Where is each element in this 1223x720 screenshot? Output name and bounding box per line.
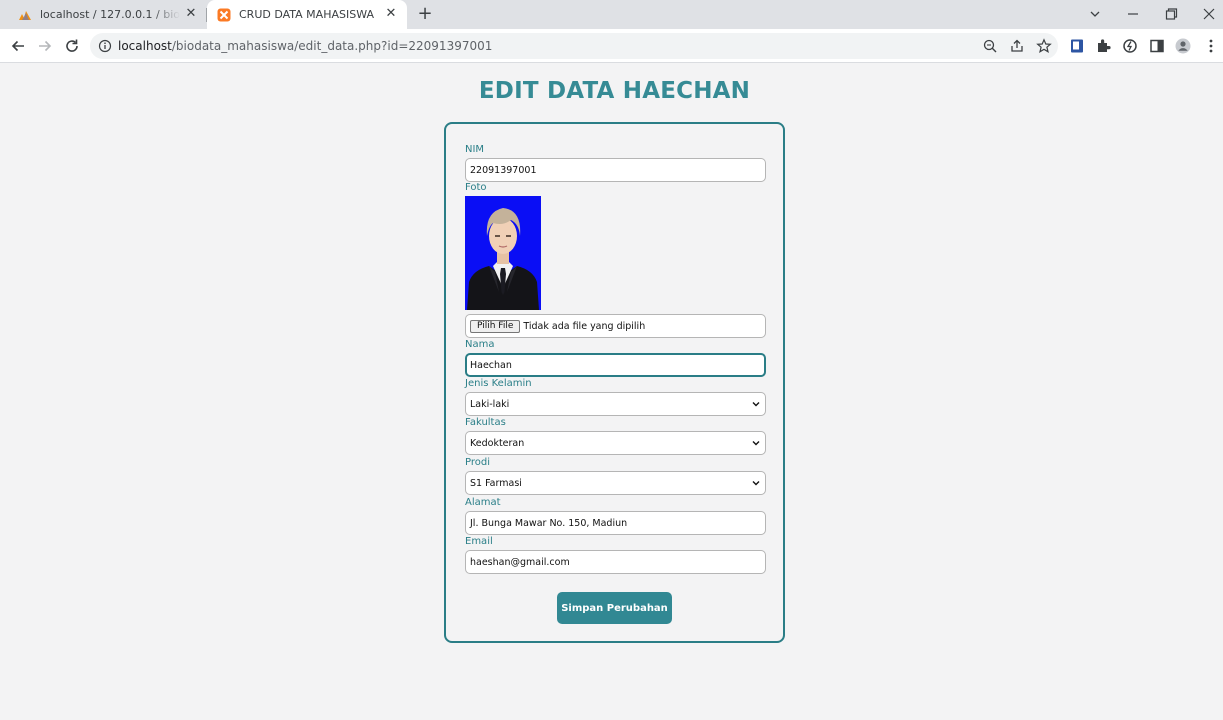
file-input[interactable]: Pilih File Tidak ada file yang dipilih bbox=[465, 314, 766, 338]
nim-label: NIM bbox=[465, 144, 485, 155]
restore-icon[interactable] bbox=[1161, 4, 1181, 24]
xampp-icon bbox=[217, 8, 231, 21]
menu-kebab-icon[interactable] bbox=[1202, 37, 1220, 55]
jenis-kelamin-label: Jenis Kelamin bbox=[465, 378, 532, 389]
alamat-input[interactable]: Jl. Bunga Mawar No. 150, Madiun bbox=[465, 511, 766, 535]
chevron-down-icon bbox=[752, 402, 760, 407]
edit-form: NIM 22091397001 Foto Pilih File Tidak ad… bbox=[444, 122, 785, 643]
bookmark-star-icon[interactable] bbox=[1036, 38, 1052, 54]
browser-tab-crud[interactable]: CRUD DATA MAHASISWA ✕ bbox=[207, 0, 407, 29]
reading-mode-icon[interactable] bbox=[1068, 37, 1086, 55]
jenis-kelamin-select[interactable]: Laki-laki bbox=[465, 392, 766, 416]
browser-toolbar: localhost/biodata_mahasiswa/edit_data.ph… bbox=[0, 29, 1223, 63]
nama-input[interactable]: Haechan bbox=[465, 353, 766, 377]
prodi-label: Prodi bbox=[465, 457, 490, 468]
back-arrow-icon[interactable] bbox=[9, 37, 27, 55]
email-value: haeshan@gmail.com bbox=[470, 556, 570, 568]
browser-tab-strip: localhost / 127.0.0.1 / biodata_mahasisw… bbox=[0, 0, 1223, 29]
email-input[interactable]: haeshan@gmail.com bbox=[465, 550, 766, 574]
share-icon[interactable] bbox=[1009, 38, 1025, 54]
url-host: localhost bbox=[118, 39, 172, 53]
foto-label: Foto bbox=[465, 182, 487, 193]
url-path: /biodata_mahasiswa/edit_data.php?id=2209… bbox=[171, 39, 493, 53]
choose-file-button[interactable]: Pilih File bbox=[470, 319, 521, 333]
address-bar[interactable]: localhost/biodata_mahasiswa/edit_data.ph… bbox=[90, 33, 1058, 59]
nama-value: Haechan bbox=[470, 359, 512, 371]
phpmyadmin-icon bbox=[19, 10, 31, 20]
page-title: EDIT DATA HAECHAN bbox=[478, 78, 751, 104]
prodi-value: S1 Farmasi bbox=[470, 477, 522, 489]
close-tab-icon[interactable]: ✕ bbox=[384, 7, 398, 21]
prodi-select[interactable]: S1 Farmasi bbox=[465, 471, 766, 495]
side-panel-icon[interactable] bbox=[1148, 37, 1166, 55]
email-label: Email bbox=[465, 536, 493, 547]
jenis-kelamin-value: Laki-laki bbox=[470, 398, 510, 410]
browser-tab-phpmyadmin[interactable]: localhost / 127.0.0.1 / biodata_mahasisw… bbox=[12, 0, 207, 29]
fakultas-label: Fakultas bbox=[465, 417, 506, 428]
forward-arrow-icon[interactable] bbox=[36, 37, 54, 55]
student-photo bbox=[465, 196, 541, 310]
performance-icon[interactable] bbox=[1121, 37, 1139, 55]
extensions-icon[interactable] bbox=[1095, 37, 1113, 55]
new-tab-icon[interactable]: + bbox=[416, 5, 434, 23]
close-tab-icon[interactable]: ✕ bbox=[184, 7, 198, 21]
fakultas-value: Kedokteran bbox=[470, 437, 525, 449]
file-status: Tidak ada file yang dipilih bbox=[523, 320, 646, 332]
minimize-icon[interactable] bbox=[1123, 4, 1143, 24]
portrait-image bbox=[465, 196, 541, 310]
tab-title: localhost / 127.0.0.1 / biodata_mahasisw… bbox=[40, 8, 180, 21]
close-window-icon[interactable] bbox=[1199, 4, 1219, 24]
chevron-down-icon bbox=[752, 441, 760, 446]
alamat-label: Alamat bbox=[465, 497, 501, 508]
alamat-value: Jl. Bunga Mawar No. 150, Madiun bbox=[470, 517, 628, 529]
profile-avatar-icon[interactable] bbox=[1174, 37, 1192, 55]
fakultas-select[interactable]: Kedokteran bbox=[465, 431, 766, 455]
tab-search-icon[interactable] bbox=[1085, 4, 1105, 24]
reload-icon[interactable] bbox=[63, 37, 81, 55]
site-info-icon[interactable] bbox=[98, 39, 112, 53]
chevron-down-icon bbox=[752, 481, 760, 486]
nama-label: Nama bbox=[465, 339, 495, 350]
tab-title: CRUD DATA MAHASISWA bbox=[239, 8, 374, 21]
nim-input[interactable]: 22091397001 bbox=[465, 158, 766, 182]
url-text[interactable]: localhost/biodata_mahasiswa/edit_data.ph… bbox=[118, 39, 492, 53]
nim-value: 22091397001 bbox=[470, 164, 537, 176]
zoom-icon[interactable] bbox=[982, 38, 998, 54]
save-changes-button[interactable]: Simpan Perubahan bbox=[557, 592, 672, 624]
